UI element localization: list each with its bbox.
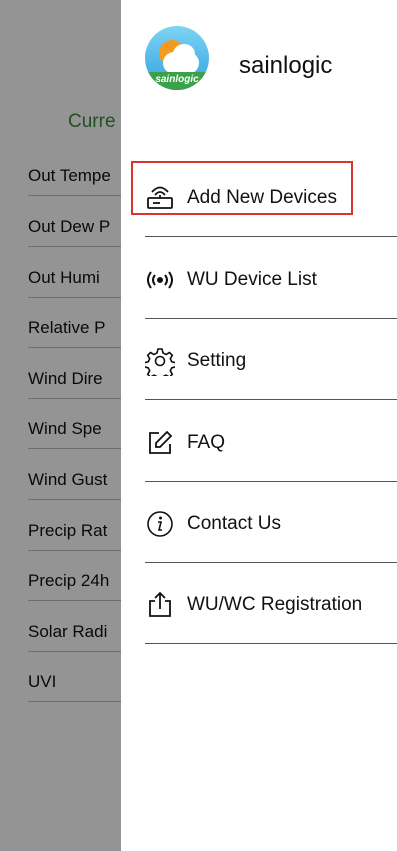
broadcast-icon (145, 265, 175, 295)
menu-item-setting[interactable]: Setting (143, 320, 397, 400)
menu-item-contact-us[interactable]: Contact Us (145, 483, 397, 563)
menu-item-faq[interactable]: FAQ (145, 402, 397, 482)
cloud-icon (163, 52, 199, 74)
edit-icon (145, 428, 175, 458)
menu-item-wu-wc-registration[interactable]: WU/WC Registration (145, 564, 397, 644)
upload-icon (145, 590, 175, 620)
navigation-drawer: sainlogic sainlogic Add New Devices WU D… (121, 0, 397, 851)
menu-item-label: FAQ (187, 432, 226, 453)
menu-item-label: WU/WC Registration (187, 594, 363, 615)
app-logo: sainlogic (145, 26, 209, 90)
menu-item-label: WU Device List (187, 269, 317, 290)
menu-item-wu-device-list[interactable]: WU Device List (145, 239, 397, 319)
menu-item-label: Contact Us (187, 513, 281, 534)
gear-icon (143, 346, 177, 382)
menu-item-label: Add New Devices (187, 187, 337, 208)
logo-text: sainlogic (145, 72, 209, 90)
menu-item-add-new-devices[interactable]: Add New Devices (145, 157, 397, 237)
menu-item-label: Setting (187, 350, 247, 371)
brand-name: sainlogic (239, 52, 333, 79)
info-icon (145, 509, 175, 539)
router-icon (145, 183, 175, 213)
